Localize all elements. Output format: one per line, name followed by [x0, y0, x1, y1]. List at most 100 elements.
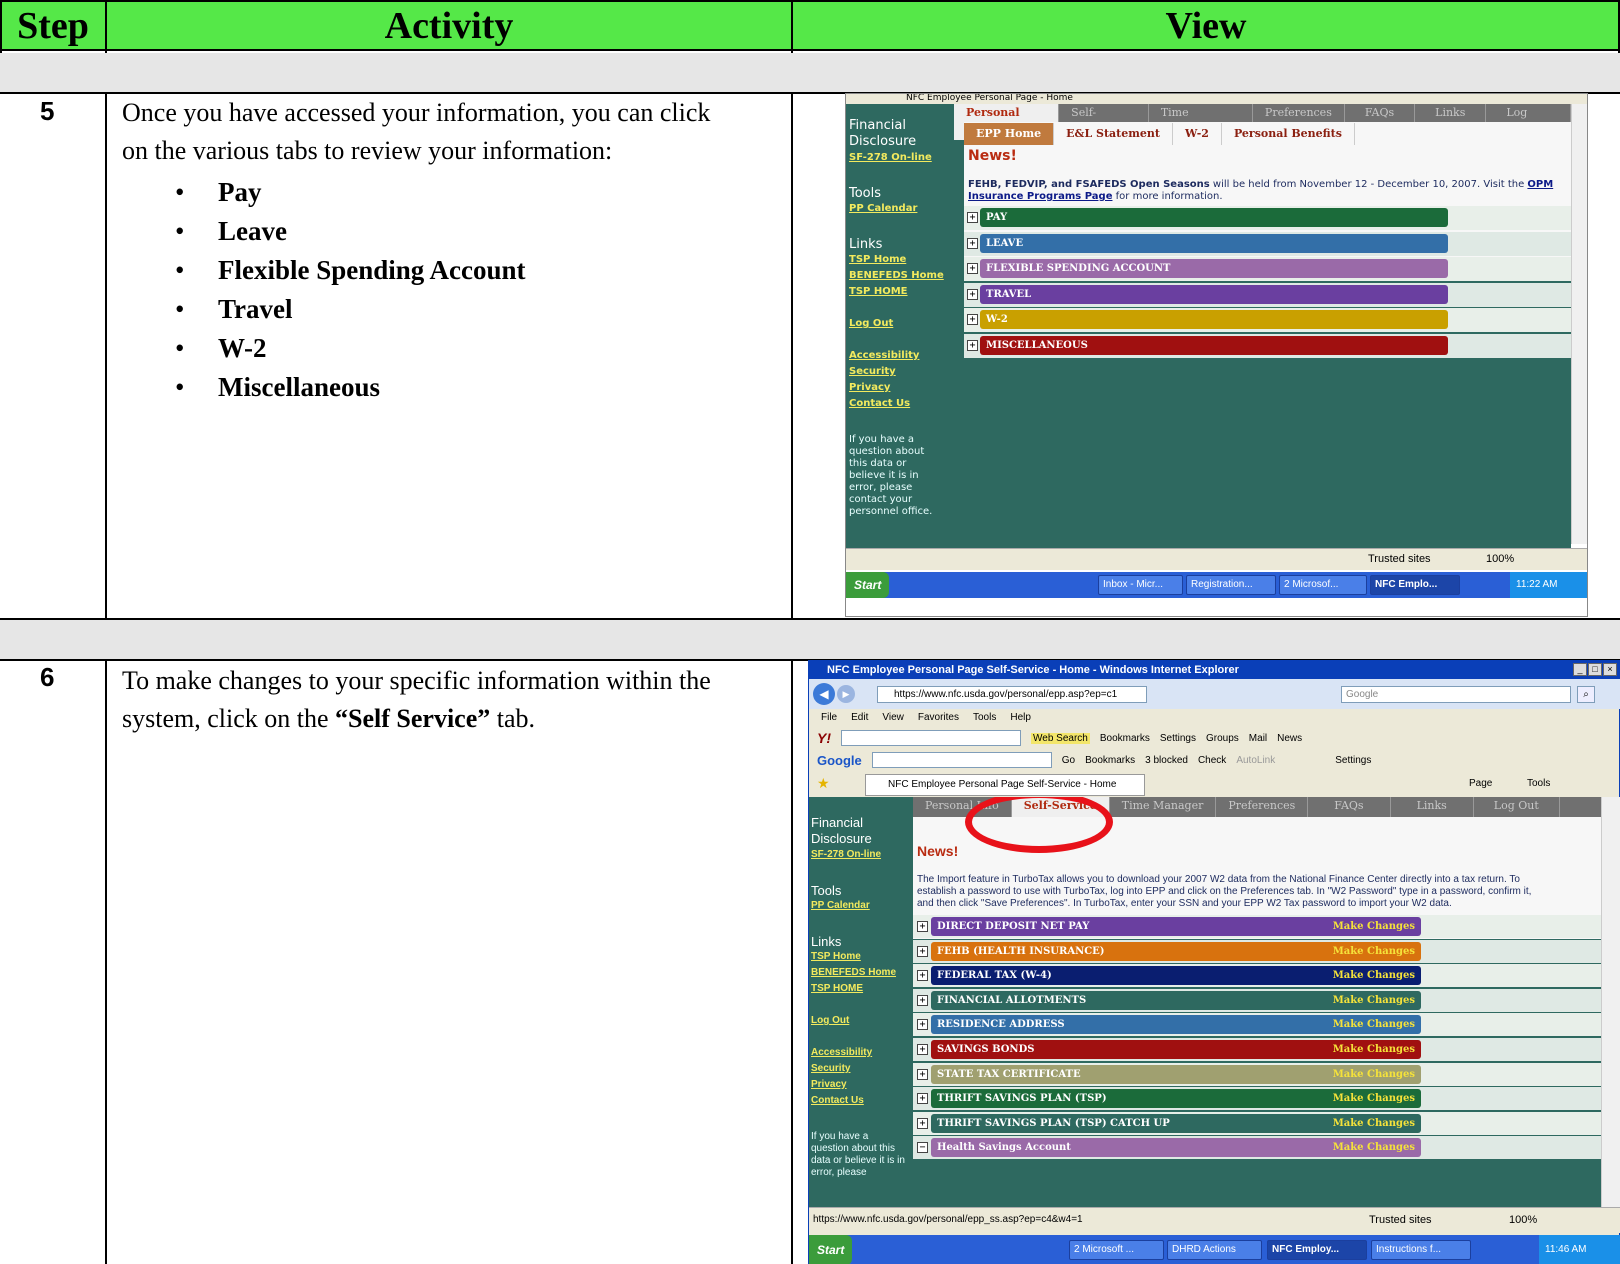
- link-sf278[interactable]: SF-278 On-line: [849, 150, 954, 166]
- taskbar2-btn-4[interactable]: Instructions f...: [1371, 1240, 1471, 1260]
- zoom-label-2[interactable]: 100%: [1509, 1214, 1537, 1226]
- google-autolink[interactable]: AutoLink: [1236, 755, 1275, 766]
- link-accessibility[interactable]: Accessibility: [849, 348, 954, 364]
- google-go[interactable]: Go: [1062, 755, 1075, 766]
- favorites-star-icon[interactable]: ★: [817, 775, 830, 792]
- tab2-preferences[interactable]: Preferences: [1216, 797, 1309, 817]
- expand-icon[interactable]: +: [967, 288, 978, 300]
- google-search-field[interactable]: [871, 752, 1052, 768]
- tab2-faqs[interactable]: FAQs: [1308, 797, 1391, 817]
- section-bar[interactable]: PAY: [980, 208, 1448, 227]
- expand-icon[interactable]: +: [967, 314, 978, 325]
- expand-icon[interactable]: +: [967, 339, 978, 351]
- link-logout[interactable]: Log Out: [849, 316, 954, 332]
- link-privacy[interactable]: Privacy: [849, 380, 954, 396]
- expand-icon[interactable]: +: [917, 1019, 928, 1031]
- section-bar[interactable]: MISCELLANEOUS: [980, 335, 1448, 355]
- expand-icon[interactable]: +: [967, 212, 978, 223]
- forward-icon[interactable]: ▶: [837, 685, 855, 703]
- link-pp-calendar-2[interactable]: PP Calendar: [811, 898, 909, 914]
- collapse-icon[interactable]: −: [917, 1142, 928, 1154]
- taskbar-btn-2[interactable]: Registration...: [1186, 575, 1276, 595]
- link-tsp-b[interactable]: TSP HOME: [811, 981, 909, 997]
- taskbar2-btn-3[interactable]: NFC Employ...: [1267, 1240, 1367, 1260]
- expand-icon[interactable]: +: [967, 263, 978, 274]
- maximize-icon[interactable]: □: [1588, 663, 1602, 676]
- menu-tools[interactable]: Tools: [973, 709, 996, 727]
- link-logout-2[interactable]: Log Out: [811, 1013, 909, 1029]
- google-blocked[interactable]: 3 blocked: [1145, 755, 1188, 766]
- link-pp-calendar[interactable]: PP Calendar: [849, 201, 954, 217]
- start-button-2[interactable]: Start: [809, 1235, 853, 1264]
- expand-icon[interactable]: +: [917, 1068, 928, 1080]
- expand-icon[interactable]: +: [967, 237, 978, 249]
- link-benefeds-2[interactable]: BENEFEDS Home: [811, 965, 909, 981]
- link-tsp-a[interactable]: TSP Home: [811, 949, 909, 965]
- link-privacy-2[interactable]: Privacy: [811, 1077, 909, 1093]
- back-icon[interactable]: ◀: [813, 683, 835, 705]
- section-bar[interactable]: LEAVE: [980, 233, 1448, 253]
- yahoo-search-field[interactable]: [841, 730, 1021, 746]
- make-changes-link[interactable]: Make Changes: [1333, 991, 1415, 1010]
- link-sf278-2[interactable]: SF-278 On-line: [811, 847, 909, 863]
- menu-edit[interactable]: Edit: [851, 709, 868, 727]
- section-bar[interactable]: TRAVEL: [980, 284, 1448, 304]
- page-menu[interactable]: Page: [1469, 778, 1492, 789]
- minimize-icon[interactable]: _: [1573, 663, 1587, 676]
- expand-icon[interactable]: +: [917, 945, 928, 957]
- link-security-2[interactable]: Security: [811, 1061, 909, 1077]
- taskbar2-btn-2[interactable]: DHRD Actions: [1167, 1240, 1262, 1260]
- link-contact[interactable]: Contact Us: [849, 396, 954, 412]
- taskbar-btn-4[interactable]: NFC Emplo...: [1370, 575, 1460, 595]
- close-icon[interactable]: ×: [1603, 663, 1617, 676]
- expand-icon[interactable]: +: [917, 1117, 928, 1129]
- google-bookmarks[interactable]: Bookmarks: [1085, 755, 1135, 766]
- url-field[interactable]: https://www.nfc.usda.gov/personal/epp.as…: [877, 686, 1147, 703]
- menu-help[interactable]: Help: [1010, 709, 1031, 727]
- make-changes-link[interactable]: Make Changes: [1333, 942, 1415, 961]
- section-bar[interactable]: W-2: [980, 310, 1448, 329]
- tab2-log-out[interactable]: Log Out: [1474, 797, 1560, 817]
- zoom-label[interactable]: 100%: [1486, 553, 1514, 565]
- make-changes-link[interactable]: Make Changes: [1333, 1065, 1415, 1084]
- link-contact-2[interactable]: Contact Us: [811, 1093, 909, 1109]
- tab2-time-manager[interactable]: Time Manager: [1110, 797, 1217, 817]
- google-settings[interactable]: Settings: [1335, 755, 1371, 766]
- yahoo-news[interactable]: News: [1277, 733, 1302, 744]
- taskbar-btn-1[interactable]: Inbox - Micr...: [1098, 575, 1183, 595]
- yahoo-settings[interactable]: Settings: [1160, 733, 1196, 744]
- link-tsp-2[interactable]: TSP HOME: [849, 284, 954, 300]
- section-bar[interactable]: FLEXIBLE SPENDING ACCOUNT: [980, 259, 1448, 278]
- taskbar2-btn-1[interactable]: 2 Microsoft ...: [1069, 1240, 1164, 1260]
- link-accessibility-2[interactable]: Accessibility: [811, 1045, 909, 1061]
- make-changes-link[interactable]: Make Changes: [1333, 1015, 1415, 1034]
- menu-favorites[interactable]: Favorites: [918, 709, 959, 727]
- expand-icon[interactable]: +: [917, 970, 928, 982]
- subtab-personal-benefits[interactable]: Personal Benefits: [1222, 123, 1355, 145]
- scrollbar-2[interactable]: [1601, 797, 1620, 1207]
- search-box[interactable]: Google: [1341, 686, 1571, 703]
- link-tsp[interactable]: TSP Home: [849, 252, 954, 268]
- make-changes-link[interactable]: Make Changes: [1333, 1114, 1415, 1133]
- make-changes-link[interactable]: Make Changes: [1333, 1040, 1415, 1059]
- google-check[interactable]: Check: [1198, 755, 1226, 766]
- yahoo-bookmarks[interactable]: Bookmarks: [1100, 733, 1150, 744]
- make-changes-link[interactable]: Make Changes: [1333, 1089, 1415, 1108]
- make-changes-link[interactable]: Make Changes: [1333, 917, 1415, 936]
- tools-menu[interactable]: Tools: [1527, 778, 1550, 789]
- make-changes-link[interactable]: Make Changes: [1333, 1138, 1415, 1157]
- link-security[interactable]: Security: [849, 364, 954, 380]
- expand-icon[interactable]: +: [917, 1093, 928, 1105]
- subtab-w2[interactable]: W-2: [1173, 123, 1222, 145]
- menu-file[interactable]: File: [821, 709, 837, 727]
- link-benefeds[interactable]: BENEFEDS Home: [849, 268, 954, 284]
- expand-icon[interactable]: +: [917, 921, 928, 932]
- menu-view[interactable]: View: [882, 709, 904, 727]
- web-search-button[interactable]: Web Search: [1031, 732, 1090, 744]
- browser-tab[interactable]: NFC Employee Personal Page Self-Service …: [865, 774, 1145, 796]
- start-button[interactable]: Start: [846, 572, 890, 598]
- yahoo-mail[interactable]: Mail: [1249, 733, 1267, 744]
- tab2-links[interactable]: Links: [1391, 797, 1474, 817]
- yahoo-groups[interactable]: Groups: [1206, 733, 1239, 744]
- make-changes-link[interactable]: Make Changes: [1333, 966, 1415, 985]
